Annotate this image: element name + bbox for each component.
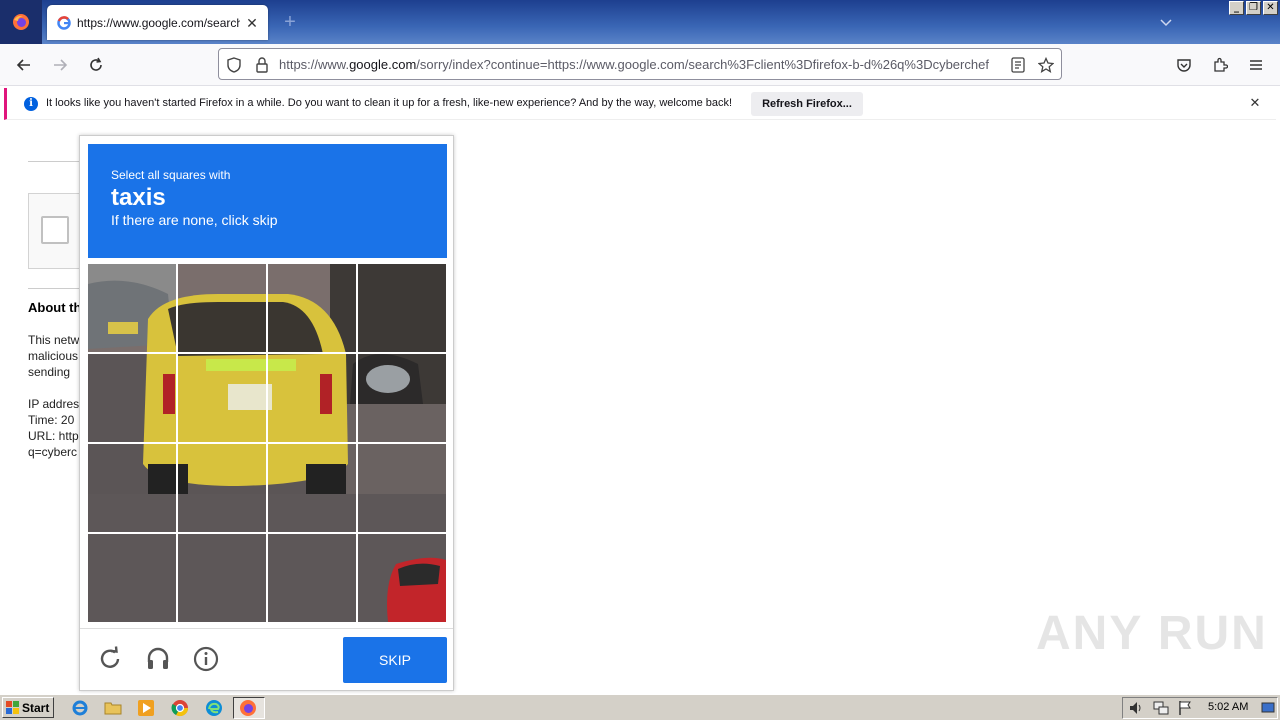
navigation-toolbar: https://www.google.com/sorry/index?conti… [0,44,1280,86]
ip-line: IP address [28,397,80,411]
info-line: sending [28,365,71,379]
lock-icon[interactable] [253,56,271,74]
recaptcha-checkbox[interactable] [41,216,69,244]
instruction-target: taxis [111,184,166,211]
captcha-image-tile[interactable] [88,354,176,442]
instruction-bottom: If there are none, click skip [111,212,278,228]
tab-title: https://www.google.com/search?c [77,15,240,30]
captcha-image-tile[interactable] [268,354,356,442]
captcha-challenge: Select all squares with taxis If there a… [79,135,454,691]
about-heading: About this page [28,300,80,315]
forward-arrow-icon[interactable] [50,55,70,75]
start-button[interactable]: Start [2,697,54,718]
captcha-image-tile[interactable] [88,534,176,622]
captcha-image-tile[interactable] [358,444,446,532]
firefox-taskbar-icon[interactable] [238,698,258,718]
reload-challenge-icon[interactable] [96,645,124,673]
captcha-image-tile[interactable] [88,444,176,532]
refresh-firefox-notification: i It looks like you haven't started Fire… [4,88,1276,120]
captcha-image-tile[interactable] [178,444,266,532]
captcha-image-tile[interactable] [178,264,266,352]
close-notification-icon[interactable]: ✕ [1248,96,1262,110]
new-tab-icon[interactable]: + [280,12,300,32]
close-tab-icon[interactable]: ✕ [244,15,260,31]
captcha-header: Select all squares with taxis If there a… [88,144,447,258]
captcha-footer: SKIP [80,628,453,691]
tracking-shield-icon[interactable] [225,56,243,74]
back-arrow-icon[interactable] [14,55,34,75]
reload-icon[interactable] [86,55,106,75]
action-center-flag-icon[interactable] [1175,698,1195,718]
notification-message: It looks like you haven't started Firefo… [46,97,733,109]
edge-icon[interactable] [204,698,224,718]
refresh-firefox-button[interactable]: Refresh Firefox... [751,92,863,116]
firefox-icon[interactable] [0,0,42,44]
time-line: Time: 20 [28,413,75,427]
captcha-image-tile[interactable] [178,534,266,622]
hamburger-menu-icon[interactable] [1246,55,1266,75]
clock: 5:02 AM [1208,701,1249,713]
folder-icon[interactable] [103,698,123,718]
anyrun-watermark: ANY RUN [1036,607,1268,660]
show-desktop-icon[interactable] [1258,698,1278,718]
info-line: This network [28,333,80,347]
internet-explorer-icon[interactable] [70,698,90,718]
reader-view-icon[interactable] [1009,56,1027,74]
minimize-icon[interactable]: _ [1229,1,1244,15]
captcha-image-tile[interactable] [358,354,446,442]
captcha-image-tile[interactable] [268,534,356,622]
restore-icon[interactable]: ❐ [1246,1,1261,15]
url-line: URL: http [28,429,79,443]
chrome-icon[interactable] [170,698,190,718]
close-window-icon[interactable]: ✕ [1263,1,1278,15]
captcha-image-tile[interactable] [268,444,356,532]
volume-icon[interactable] [1126,698,1146,718]
info-challenge-icon[interactable] [192,645,220,673]
info-line: malicious [28,349,79,363]
pocket-icon[interactable] [1174,55,1194,75]
audio-challenge-icon[interactable] [144,645,172,673]
taskbar: Start 5:02 AM [0,694,1280,720]
google-favicon-icon [57,15,71,30]
list-all-tabs-icon[interactable] [1158,14,1174,30]
network-icon[interactable] [1151,698,1171,718]
window-controls: _ ❐ ✕ [1229,1,1278,15]
query-line: q=cyberc [28,445,78,459]
captcha-image-tile[interactable] [268,264,356,352]
extensions-icon[interactable] [1210,55,1230,75]
image-grid [88,264,447,622]
bookmark-star-icon[interactable] [1037,56,1055,74]
media-player-icon[interactable] [136,698,156,718]
tab-google-search[interactable]: https://www.google.com/search?c ✕ [47,5,268,40]
url-bar[interactable]: https://www.google.com/sorry/index?conti… [218,48,1062,80]
captcha-image-tile[interactable] [178,354,266,442]
captcha-image-tile[interactable] [88,264,176,352]
tab-strip: https://www.google.com/search?c ✕ + _ ❐ … [0,0,1280,44]
instruction-top: Select all squares with [111,168,231,182]
windows-logo-icon [6,700,19,714]
skip-button[interactable]: SKIP [343,637,447,683]
captcha-image-tile[interactable] [358,264,446,352]
url-text[interactable]: https://www.google.com/sorry/index?conti… [279,57,999,72]
captcha-image-tile[interactable] [358,534,446,622]
info-icon: i [24,97,38,111]
